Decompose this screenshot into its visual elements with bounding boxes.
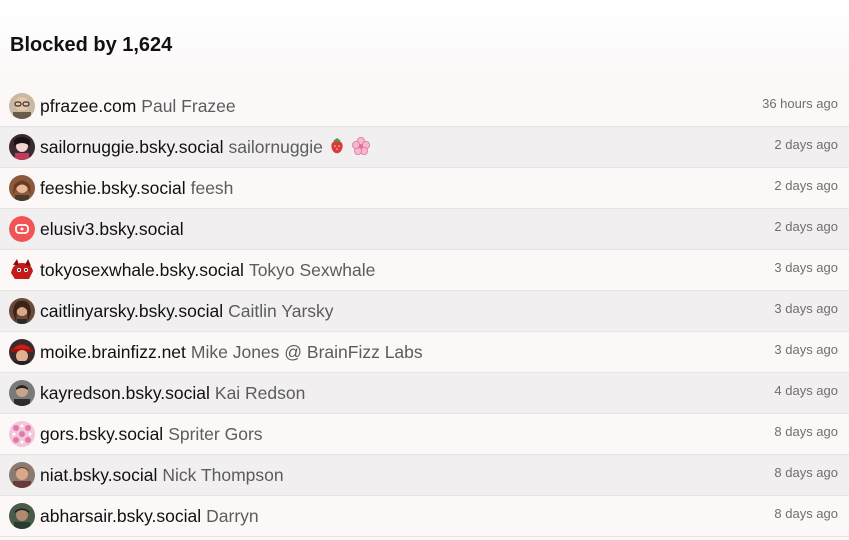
display-name: Spriter Gors [168, 424, 263, 444]
user-handle[interactable]: kayredson.bsky.social [40, 383, 210, 403]
list-item[interactable]: sailornuggie.bsky.social sailornuggie 2 d… [0, 127, 849, 168]
display-name: Caitlin Yarsky [228, 301, 334, 321]
block-timestamp: 3 days ago [774, 342, 838, 357]
user-handle[interactable]: sailornuggie.bsky.social [40, 137, 224, 157]
list-item[interactable]: caitlinyarsky.bsky.social Caitlin Yarsky … [0, 291, 849, 332]
list-item[interactable]: moike.brainfizz.net Mike Jones @ BrainFiz… [0, 332, 849, 373]
list-item[interactable]: kayredson.bsky.social Kai Redson 4 days a… [0, 373, 849, 414]
user-handle[interactable]: abharsair.bsky.social [40, 506, 201, 526]
list-item[interactable]: elusiv3.bsky.social 2 days ago [0, 209, 849, 250]
list-item[interactable]: abharsair.bsky.social Darryn 8 days ago [0, 496, 849, 537]
user-handle[interactable]: gors.bsky.social [40, 424, 163, 444]
block-timestamp: 4 days ago [774, 383, 838, 398]
display-name: sailornuggie [228, 137, 323, 157]
block-timestamp: 8 days ago [774, 506, 838, 521]
avatar[interactable] [9, 462, 35, 488]
avatar[interactable] [9, 339, 35, 365]
user-handle[interactable]: caitlinyarsky.bsky.social [40, 301, 223, 321]
display-name: Mike Jones @ BrainFizz Labs [190, 342, 423, 362]
list-item[interactable]: pfrazee.com Paul Frazee 36 hours ago [0, 86, 849, 127]
avatar[interactable] [9, 298, 35, 324]
user-handle[interactable]: tokyosexwhale.bsky.social [40, 260, 244, 280]
user-handle[interactable]: feeshie.bsky.social [40, 178, 186, 198]
user-handle[interactable]: niat.bsky.social [40, 465, 157, 485]
blocked-by-page: Blocked by 1,624 pfrazee.com Paul Frazee … [0, 0, 849, 540]
avatar[interactable] [9, 380, 35, 406]
block-timestamp: 8 days ago [774, 465, 838, 480]
block-timestamp: 3 days ago [774, 301, 838, 316]
display-name: Nick Thompson [162, 465, 284, 485]
display-name: Darryn [206, 506, 259, 526]
avatar[interactable] [9, 134, 35, 160]
block-timestamp: 3 days ago [774, 260, 838, 275]
user-handle[interactable]: elusiv3.bsky.social [40, 219, 184, 239]
display-name: feesh [190, 178, 234, 198]
strawberry-icon [327, 136, 347, 161]
avatar[interactable] [9, 421, 35, 447]
user-handle[interactable]: pfrazee.com [40, 96, 136, 116]
display-name: Paul Frazee [141, 96, 236, 116]
block-timestamp: 2 days ago [774, 178, 838, 193]
avatar[interactable] [9, 175, 35, 201]
page-title: Blocked by 1,624 [10, 34, 173, 56]
display-name: Kai Redson [214, 383, 306, 403]
user-handle[interactable]: moike.brainfizz.net [40, 342, 186, 362]
list-item[interactable]: tokyosexwhale.bsky.social Tokyo Sexwhale … [0, 250, 849, 291]
list-item[interactable]: gors.bsky.social Spriter Gors 8 days ago [0, 414, 849, 455]
list-item[interactable]: niat.bsky.social Nick Thompson 8 days ago [0, 455, 849, 496]
avatar[interactable] [9, 93, 35, 119]
list-item[interactable]: feeshie.bsky.social feesh 2 days ago [0, 168, 849, 209]
block-timestamp: 36 hours ago [762, 96, 838, 111]
avatar[interactable] [9, 216, 35, 242]
block-timestamp: 2 days ago [774, 219, 838, 234]
cherry-blossom-icon [351, 136, 371, 161]
display-name: Tokyo Sexwhale [248, 260, 376, 280]
block-timestamp: 2 days ago [774, 137, 838, 152]
avatar[interactable] [9, 257, 35, 283]
avatar[interactable] [9, 503, 35, 529]
block-timestamp: 8 days ago [774, 424, 838, 439]
blocked-by-list: pfrazee.com Paul Frazee 36 hours ago sail… [0, 86, 849, 537]
